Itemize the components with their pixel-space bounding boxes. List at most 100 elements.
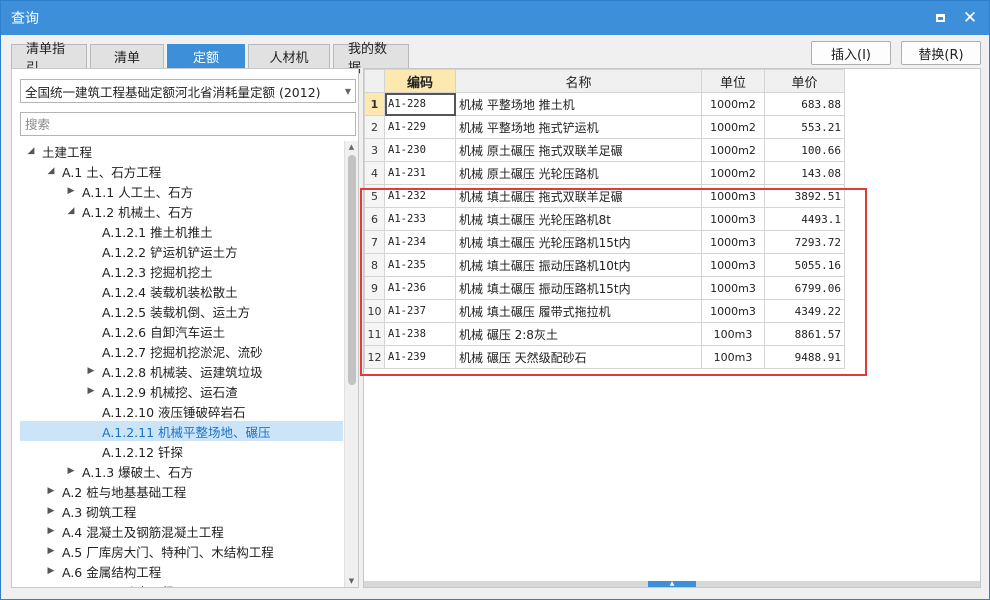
price-cell[interactable]: 100.66 xyxy=(764,138,845,162)
price-cell[interactable]: 5055.16 xyxy=(764,253,845,277)
unit-cell[interactable]: 1000m2 xyxy=(701,161,765,185)
scroll-down-icon[interactable]: ▼ xyxy=(345,575,358,587)
collapsed-arrow-icon[interactable]: ▶ xyxy=(44,526,58,536)
row-number-cell[interactable]: 10 xyxy=(364,299,385,323)
tree-node[interactable]: ▶A.1.2.1 推土机推土 xyxy=(20,221,343,241)
unit-cell[interactable]: 100m3 xyxy=(701,345,765,369)
replace-button[interactable]: 替换(R) xyxy=(901,41,981,65)
code-cell[interactable]: A1-228 xyxy=(384,92,456,116)
tree-node[interactable]: ▶ A.1.1 人工土、石方 xyxy=(20,181,343,201)
tree-scrollbar[interactable]: ▲ ▼ xyxy=(344,141,358,587)
tree-node[interactable]: ▶A.1.2.2 铲运机铲运土方 xyxy=(20,241,343,261)
price-cell[interactable]: 6799.06 xyxy=(764,276,845,300)
price-cell[interactable]: 7293.72 xyxy=(764,230,845,254)
row-number-cell[interactable]: 2 xyxy=(364,115,385,139)
tree-node[interactable]: ◢ A.1.2 机械土、石方 xyxy=(20,201,343,221)
search-input[interactable] xyxy=(20,112,356,136)
scroll-thumb[interactable] xyxy=(348,155,356,385)
tree-node[interactable]: ▶ A.5 厂库房大门、特种门、木结构工程 xyxy=(20,541,343,561)
table-row[interactable]: 5 A1-232 机械 填土碾压 拖式双联羊足碾 1000m3 3892.51 xyxy=(364,184,845,208)
table-row[interactable]: 6 A1-233 机械 填土碾压 光轮压路机8t 1000m3 4493.1 xyxy=(364,207,845,231)
unit-column-header[interactable]: 单位 xyxy=(701,69,765,93)
code-cell[interactable]: A1-237 xyxy=(384,299,456,323)
table-row[interactable]: 1 A1-228 机械 平整场地 推土机 1000m2 683.88 xyxy=(364,92,845,116)
unit-cell[interactable]: 1000m3 xyxy=(701,299,765,323)
row-number-cell[interactable]: 6 xyxy=(364,207,385,231)
collapsed-arrow-icon[interactable]: ▶ xyxy=(84,366,98,376)
price-cell[interactable]: 8861.57 xyxy=(764,322,845,346)
row-number-cell[interactable]: 5 xyxy=(364,184,385,208)
name-cell[interactable]: 机械 碾压 2:8灰土 xyxy=(455,322,702,346)
splitter-handle[interactable]: ▲ xyxy=(648,581,696,587)
unit-cell[interactable]: 1000m3 xyxy=(701,276,765,300)
insert-button[interactable]: 插入(I) xyxy=(811,41,891,65)
tab-quota[interactable]: 定额 xyxy=(167,44,245,68)
name-cell[interactable]: 机械 原土碾压 光轮压路机 xyxy=(455,161,702,185)
tree-node[interactable]: ▶A.1.2.6 自卸汽车运土 xyxy=(20,321,343,341)
title-bar[interactable]: 查询 ✕ xyxy=(1,1,989,35)
tree-node[interactable]: ▶ A.1.3 爆破土、石方 xyxy=(20,461,343,481)
tree-node[interactable]: ▶A.1.2.7 挖掘机挖淤泥、流砂 xyxy=(20,341,343,361)
code-cell[interactable]: A1-238 xyxy=(384,322,456,346)
expanded-arrow-icon[interactable]: ◢ xyxy=(44,166,58,176)
price-cell[interactable]: 143.08 xyxy=(764,161,845,185)
unit-cell[interactable]: 1000m2 xyxy=(701,115,765,139)
unit-cell[interactable]: 1000m2 xyxy=(701,92,765,116)
table-row[interactable]: 2 A1-229 机械 平整场地 拖式铲运机 1000m2 553.21 xyxy=(364,115,845,139)
collapsed-arrow-icon[interactable]: ▶ xyxy=(44,506,58,516)
tab-bill[interactable]: 清单 xyxy=(90,44,164,68)
collapsed-arrow-icon[interactable]: ▶ xyxy=(64,186,78,196)
close-button[interactable]: ✕ xyxy=(959,7,981,29)
name-cell[interactable]: 机械 碾压 天然级配砂石 xyxy=(455,345,702,369)
table-row[interactable]: 3 A1-230 机械 原土碾压 拖式双联羊足碾 1000m2 100.66 xyxy=(364,138,845,162)
tree-node[interactable]: ◢ A.1 土、石方工程 xyxy=(20,161,343,181)
price-cell[interactable]: 4493.1 xyxy=(764,207,845,231)
collapsed-arrow-icon[interactable]: ▶ xyxy=(84,386,98,396)
tree-node[interactable]: ▶ A.6 金属结构工程 xyxy=(20,561,343,581)
code-cell[interactable]: A1-236 xyxy=(384,276,456,300)
name-cell[interactable]: 机械 填土碾压 光轮压路机15t内 xyxy=(455,230,702,254)
tree-node[interactable]: ▶A.1.2.10 液压锤破碎岩石 xyxy=(20,401,343,421)
tree-node[interactable]: ▶ A.4 混凝土及钢筋混凝土工程 xyxy=(20,521,343,541)
table-row[interactable]: 12 A1-239 机械 碾压 天然级配砂石 100m3 9488.91 xyxy=(364,345,845,369)
price-cell[interactable]: 4349.22 xyxy=(764,299,845,323)
row-number-cell[interactable]: 11 xyxy=(364,322,385,346)
price-column-header[interactable]: 单价 xyxy=(764,69,845,93)
row-number-cell[interactable]: 4 xyxy=(364,161,385,185)
tree-node[interactable]: ◢ 土建工程 xyxy=(20,141,343,161)
code-cell[interactable]: A1-229 xyxy=(384,115,456,139)
table-row[interactable]: 11 A1-238 机械 碾压 2:8灰土 100m3 8861.57 xyxy=(364,322,845,346)
row-number-cell[interactable]: 3 xyxy=(364,138,385,162)
code-cell[interactable]: A1-235 xyxy=(384,253,456,277)
unit-cell[interactable]: 1000m2 xyxy=(701,138,765,162)
name-cell[interactable]: 机械 平整场地 拖式铲运机 xyxy=(455,115,702,139)
tab-my-data[interactable]: 我的数据 xyxy=(333,42,409,76)
name-cell[interactable]: 机械 原土碾压 拖式双联羊足碾 xyxy=(455,138,702,162)
table-row[interactable]: 10 A1-237 机械 填土碾压 履带式拖拉机 1000m3 4349.22 xyxy=(364,299,845,323)
unit-cell[interactable]: 100m3 xyxy=(701,322,765,346)
maximize-button[interactable] xyxy=(929,7,951,29)
collapsed-arrow-icon[interactable]: ▶ xyxy=(44,486,58,496)
unit-cell[interactable]: 1000m3 xyxy=(701,230,765,254)
collapsed-arrow-icon[interactable]: ▶ xyxy=(44,566,58,576)
table-row[interactable]: 8 A1-235 机械 填土碾压 振动压路机10t内 1000m3 5055.16 xyxy=(364,253,845,277)
table-row[interactable]: 9 A1-236 机械 填土碾压 振动压路机15t内 1000m3 6799.06 xyxy=(364,276,845,300)
expanded-arrow-icon[interactable]: ◢ xyxy=(64,206,78,216)
table-row[interactable]: 4 A1-231 机械 原土碾压 光轮压路机 1000m2 143.08 xyxy=(364,161,845,185)
row-number-cell[interactable]: 1 xyxy=(364,92,385,116)
tree-node[interactable]: ▶ A.1.2.8 机械装、运建筑垃圾 xyxy=(20,361,343,381)
tree-node[interactable]: ▶ A.2 桩与地基基础工程 xyxy=(20,481,343,501)
tree-node[interactable]: ▶A.1.2.5 装载机倒、运土方 xyxy=(20,301,343,321)
tab-labor-material[interactable]: 人材机 xyxy=(248,44,330,68)
name-cell[interactable]: 机械 填土碾压 履带式拖拉机 xyxy=(455,299,702,323)
row-number-cell[interactable]: 12 xyxy=(364,345,385,369)
name-column-header[interactable]: 名称 xyxy=(455,69,702,93)
tree-node[interactable]: ▶A.1.2.12 钎探 xyxy=(20,441,343,461)
price-cell[interactable]: 3892.51 xyxy=(764,184,845,208)
expanded-arrow-icon[interactable]: ◢ xyxy=(24,146,38,156)
unit-cell[interactable]: 1000m3 xyxy=(701,207,765,231)
grid-scrollbar[interactable]: ▲ xyxy=(364,581,980,587)
code-cell[interactable]: A1-232 xyxy=(384,184,456,208)
row-number-cell[interactable]: 8 xyxy=(364,253,385,277)
unit-cell[interactable]: 1000m3 xyxy=(701,253,765,277)
